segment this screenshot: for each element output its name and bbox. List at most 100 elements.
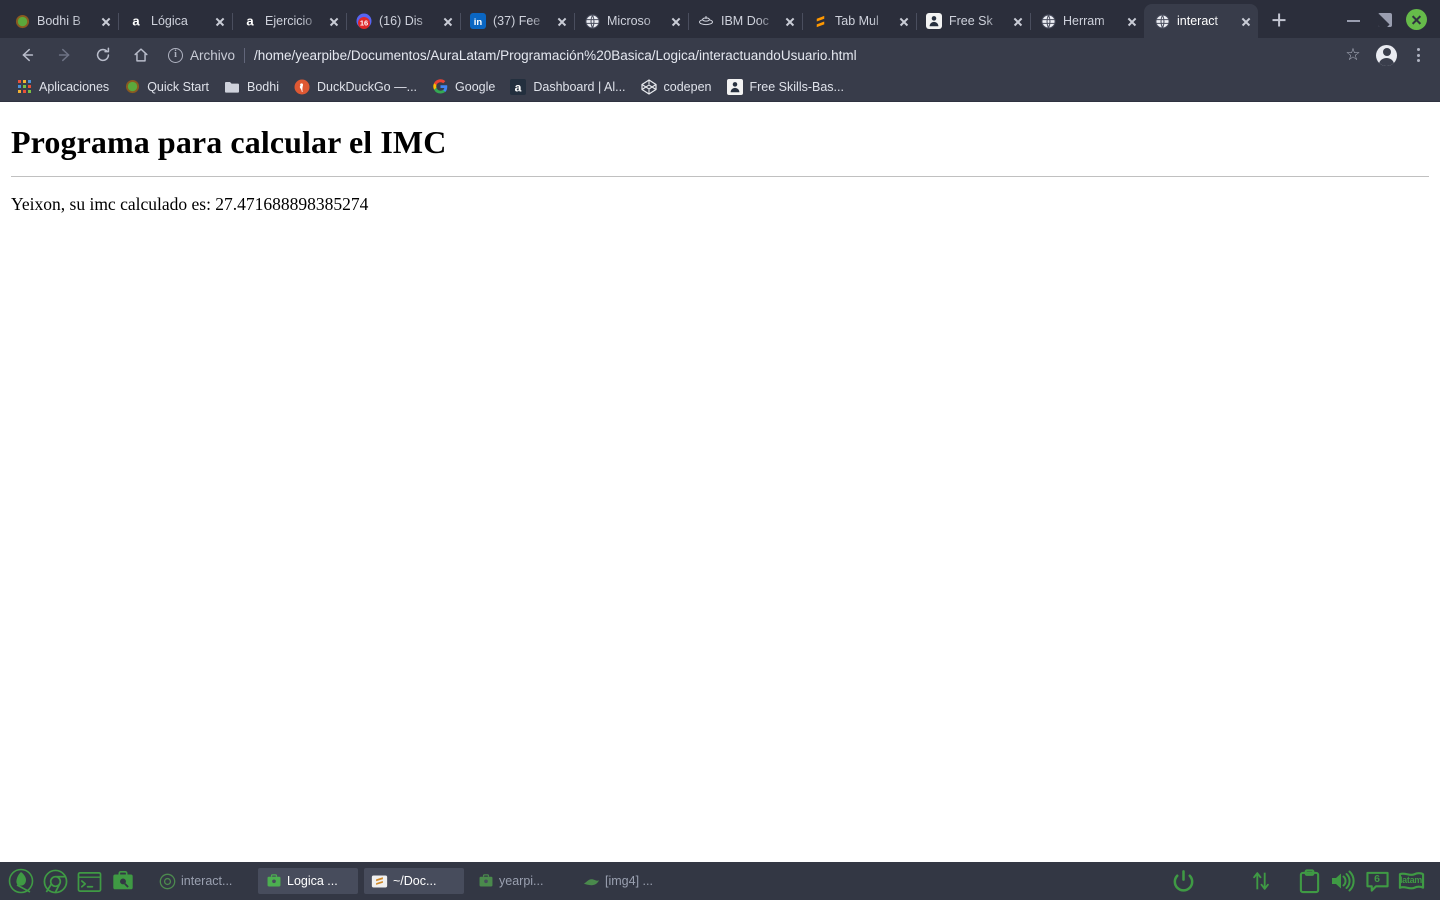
amazon-a-icon: a: [128, 13, 144, 29]
reload-button[interactable]: [88, 40, 118, 70]
chrome-icon: [159, 873, 176, 890]
close-icon[interactable]: [326, 13, 342, 29]
bookmark-bodhi[interactable]: Bodhi: [218, 76, 288, 98]
browser-window: Bodhi B a Lógica a Ejercicio 16 (16) Dis…: [0, 0, 1440, 862]
bookmark-label: Google: [455, 79, 496, 94]
keyboard-layout-icon[interactable]: latam: [1394, 864, 1428, 898]
chrome-icon[interactable]: [40, 866, 70, 896]
files-icon: [477, 873, 494, 890]
bookmark-label: DuckDuckGo —...: [317, 79, 418, 94]
svg-text:a: a: [246, 14, 254, 28]
globe-icon: [1154, 13, 1170, 29]
back-button[interactable]: [12, 40, 42, 70]
bookmark-label: Aplicaciones: [39, 79, 110, 94]
tab-title: IBM Doc: [721, 14, 769, 28]
bookmark-label: Free Skills-Bas...: [749, 79, 844, 94]
task-label: [img4] ...: [605, 874, 653, 888]
profile-avatar[interactable]: [1376, 44, 1397, 66]
tab-ibm-docs[interactable]: IBM Doc: [688, 4, 803, 38]
folder-icon: [224, 79, 240, 95]
menu-kebab-icon[interactable]: [1406, 48, 1430, 62]
task-yearpibe[interactable]: yearpi...: [470, 868, 570, 894]
close-icon[interactable]: [212, 13, 228, 29]
terminal-icon[interactable]: [74, 866, 104, 896]
close-icon[interactable]: [1010, 13, 1026, 29]
freeskills-icon: [926, 13, 942, 29]
bookmark-quick-start[interactable]: Quick Start: [118, 76, 218, 98]
bookmark-duckduckgo[interactable]: DuckDuckGo —...: [288, 76, 426, 98]
globe-icon: [1040, 13, 1056, 29]
close-icon[interactable]: [98, 13, 114, 29]
system-tray: 6 latam: [1166, 864, 1434, 898]
bookmark-label: Dashboard | Al...: [533, 79, 626, 94]
task-interactuando[interactable]: interact...: [152, 868, 252, 894]
close-icon[interactable]: [1124, 13, 1140, 29]
home-button[interactable]: [126, 40, 156, 70]
close-window-button[interactable]: [1406, 9, 1427, 30]
imc-result-text: Yeixon, su imc calculado es: 27.47168889…: [11, 194, 369, 214]
task-label: yearpi...: [499, 874, 544, 888]
forward-button[interactable]: [50, 40, 80, 70]
bodhi-menu-icon[interactable]: [6, 866, 36, 896]
browser-toolbar: i Archivo /home/yearpibe/Documentos/Aura…: [0, 38, 1440, 72]
close-icon[interactable]: [896, 13, 912, 29]
desktop-taskbar: interact... Logica ... ~/Doc... yearpi..…: [0, 862, 1440, 900]
messages-icon[interactable]: 6: [1360, 864, 1394, 898]
codepen-icon: [640, 78, 657, 95]
new-tab-button[interactable]: [1264, 5, 1294, 35]
task-label: interact...: [181, 874, 233, 888]
tab-title: (16) Dis: [379, 14, 423, 28]
tab-bodhi[interactable]: Bodhi B: [4, 4, 119, 38]
tab-title: interact: [1177, 14, 1218, 28]
bookmark-label: codepen: [663, 79, 712, 94]
close-icon[interactable]: [1238, 13, 1254, 29]
bookmark-google[interactable]: Google: [426, 76, 504, 98]
bookmark-aplicaciones[interactable]: Aplicaciones: [10, 76, 118, 98]
close-icon[interactable]: [440, 13, 456, 29]
tab-interactuando-usuario[interactable]: interact: [1144, 4, 1258, 38]
messages-badge: 6: [1374, 873, 1380, 885]
tab-discord[interactable]: 16 (16) Dis: [346, 4, 461, 38]
linkedin-icon: in: [470, 13, 486, 29]
tab-logica[interactable]: a Lógica: [118, 4, 233, 38]
maximize-button[interactable]: [1378, 12, 1392, 27]
bookmark-star-icon[interactable]: ☆: [1339, 45, 1367, 65]
task-logica[interactable]: Logica ...: [258, 868, 358, 894]
info-icon[interactable]: i: [168, 47, 183, 63]
files-icon[interactable]: [108, 866, 138, 896]
bookmark-dashboard[interactable]: a Dashboard | Al...: [504, 76, 634, 98]
minimize-button[interactable]: [1344, 10, 1364, 30]
image-icon: [583, 873, 600, 890]
omnibox-divider: [244, 47, 246, 63]
tab-linkedin[interactable]: in (37) Fee: [460, 4, 575, 38]
toolbar-right: ☆: [1339, 44, 1430, 66]
address-bar[interactable]: i Archivo /home/yearpibe/Documentos/Aura…: [168, 42, 1333, 68]
page-title: Programa para calcular el IMC: [11, 124, 447, 160]
close-icon[interactable]: [668, 13, 684, 29]
amazon-a-icon: a: [510, 78, 527, 95]
tab-herramientas[interactable]: Herram: [1030, 4, 1145, 38]
page-viewport: Programa para calcular el IMC Yeixon, su…: [0, 102, 1440, 862]
page-divider: [11, 176, 1429, 177]
tab-ejercicio[interactable]: a Ejercicio: [232, 4, 347, 38]
tab-tab-multiplier[interactable]: Tab Mul: [802, 4, 917, 38]
bookmark-free-skills[interactable]: Free Skills-Bas...: [721, 76, 853, 98]
tab-microsoft[interactable]: Microso: [574, 4, 689, 38]
tab-free-skills[interactable]: Free Sk: [916, 4, 1031, 38]
network-icon[interactable]: [1244, 864, 1278, 898]
clipboard-icon[interactable]: [1292, 864, 1326, 898]
bookmark-label: Quick Start: [147, 79, 210, 94]
bodhi-leaf-icon: [124, 79, 140, 95]
task-img4[interactable]: [img4] ...: [576, 868, 676, 894]
power-icon[interactable]: [1166, 864, 1200, 898]
window-controls: [1334, 9, 1440, 38]
volume-icon[interactable]: [1326, 864, 1360, 898]
task-documents[interactable]: ~/Doc...: [364, 868, 464, 894]
amazon-a-icon: a: [242, 13, 258, 29]
close-icon[interactable]: [554, 13, 570, 29]
bookmark-codepen[interactable]: codepen: [635, 76, 721, 98]
security-label: Archivo: [190, 47, 236, 63]
close-icon[interactable]: [782, 13, 798, 29]
bodhi-leaf-icon: [14, 13, 30, 29]
tab-title: Microso: [607, 14, 651, 28]
